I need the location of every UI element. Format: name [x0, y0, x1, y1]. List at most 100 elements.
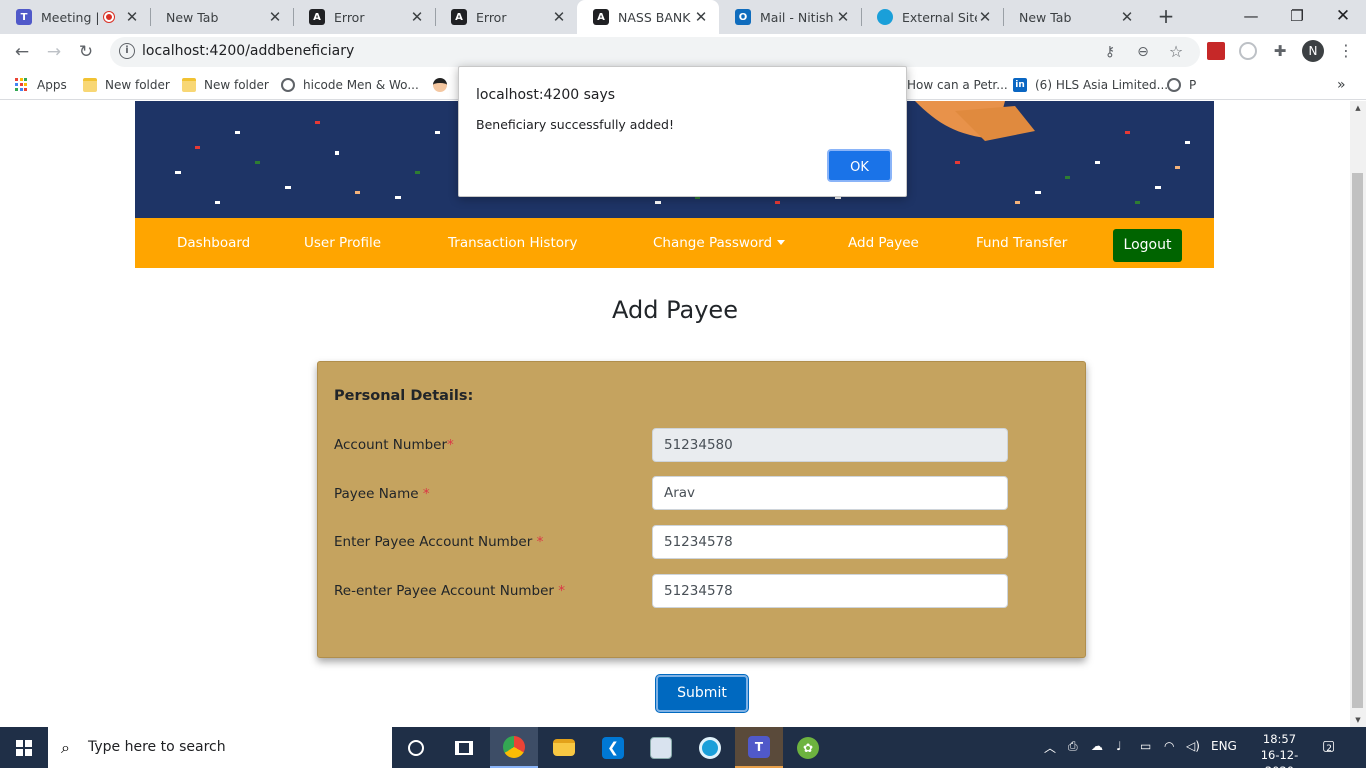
tray-device-icon[interactable]: ⎙	[1068, 739, 1078, 754]
start-button[interactable]	[0, 727, 48, 768]
volume-icon[interactable]: ◁)	[1186, 739, 1200, 753]
zoom-icon[interactable]: ⊖	[1133, 42, 1153, 62]
address-bar[interactable]: i localhost:4200/addbeneficiary ⚷ ⊖ ☆	[110, 37, 1200, 67]
taskbar-chrome[interactable]	[490, 727, 538, 768]
field-label-text: Enter Payee Account Number	[334, 534, 533, 550]
restore-button[interactable]: ❐	[1282, 4, 1312, 28]
nav-fund-transfer[interactable]: Fund Transfer	[976, 235, 1067, 251]
profile-avatar[interactable]: N	[1302, 40, 1324, 62]
nav-transaction-history[interactable]: Transaction History	[448, 235, 578, 251]
scroll-up-arrow-icon[interactable]: ▲	[1350, 101, 1366, 115]
tab-nass-bank[interactable]: A NASS BANK ✕	[577, 0, 719, 34]
close-icon[interactable]: ✕	[267, 8, 283, 26]
star-icon[interactable]: ☆	[1166, 42, 1186, 62]
close-icon[interactable]: ✕	[1119, 8, 1135, 26]
logout-button[interactable]: Logout	[1113, 229, 1182, 262]
battery-icon[interactable]: ▭	[1140, 739, 1151, 753]
close-icon[interactable]: ✕	[551, 8, 567, 26]
search-icon: ⌕	[61, 738, 70, 757]
tab-error-2[interactable]: A Error ✕	[435, 0, 577, 34]
wifi-icon[interactable]: ◠	[1164, 739, 1174, 753]
nav-add-payee[interactable]: Add Payee	[848, 235, 919, 251]
reload-button[interactable]: ↻	[74, 41, 98, 65]
tab-new-tab[interactable]: New Tab ✕	[150, 0, 293, 34]
minimize-button[interactable]: —	[1236, 4, 1266, 28]
bookmark-p[interactable]: P	[1167, 76, 1196, 94]
tab-title: External Site	[902, 9, 977, 25]
payee-name-field[interactable]: Arav	[652, 476, 1008, 510]
tab-meeting[interactable]: T Meeting | ✕	[0, 0, 150, 34]
forward-button[interactable]: →	[42, 41, 66, 65]
vscode-icon: ❮	[602, 736, 624, 759]
tab-error-1[interactable]: A Error ✕	[293, 0, 435, 34]
payee-account-number-field[interactable]: 51234578	[652, 525, 1008, 559]
tab-mail[interactable]: O Mail - Nitish K ✕	[719, 0, 861, 34]
tab-title: Error	[334, 9, 365, 25]
tab-new-tab-2[interactable]: New Tab ✕	[1003, 0, 1145, 34]
bookmark-avatar-site[interactable]	[433, 76, 455, 94]
bookmark-apps[interactable]: Apps	[15, 76, 67, 94]
taskbar-browser-app[interactable]	[686, 727, 734, 768]
close-icon[interactable]: ✕	[124, 8, 140, 26]
extension-gray-icon[interactable]	[1239, 42, 1257, 60]
dialog-ok-button[interactable]: OK	[827, 149, 892, 182]
tab-strip: T Meeting | ✕ New Tab ✕ A Error ✕ A Erro…	[0, 0, 1366, 34]
close-icon[interactable]: ✕	[693, 8, 709, 26]
notification-count: 2	[1326, 744, 1332, 754]
windows-logo-icon	[16, 740, 32, 756]
nav-dashboard[interactable]: Dashboard	[177, 235, 250, 251]
extensions-puzzle-icon[interactable]: ✚	[1271, 42, 1289, 60]
language-indicator[interactable]: ENG	[1211, 739, 1237, 753]
url-text[interactable]: localhost:4200/addbeneficiary	[142, 43, 354, 59]
angular-icon: A	[593, 9, 609, 25]
bookmark-hls-asia[interactable]: in (6) HLS Asia Limited...	[1013, 76, 1168, 94]
microphone-icon[interactable]: ♩	[1116, 739, 1122, 753]
file-explorer-icon	[553, 739, 575, 756]
account-number-field: 51234580	[652, 428, 1008, 462]
new-tab-button[interactable]: +	[1155, 6, 1177, 28]
windows-taskbar: ⌕ Type here to search ❮ T ✿ ︿ ⎙ ☁ ♩ ▭ ◠ …	[0, 727, 1366, 768]
taskbar-spring-app[interactable]: ✿	[784, 727, 832, 768]
taskbar-spreadsheet-app[interactable]	[637, 727, 685, 768]
scroll-down-arrow-icon[interactable]: ▼	[1350, 713, 1366, 727]
bookmark-new-folder-2[interactable]: New folder	[182, 76, 269, 94]
close-icon[interactable]: ✕	[835, 8, 851, 26]
info-icon[interactable]: i	[119, 43, 135, 59]
taskbar-file-explorer[interactable]	[540, 727, 588, 768]
spreadsheet-icon	[650, 736, 672, 759]
reenter-payee-account-number-label: Re-enter Payee Account Number *	[334, 583, 565, 599]
edge-icon	[699, 736, 721, 759]
taskbar-vscode[interactable]: ❮	[589, 727, 637, 768]
back-button[interactable]: ←	[10, 41, 34, 65]
tray-overflow-chevron-icon[interactable]: ︿	[1044, 739, 1056, 756]
key-icon[interactable]: ⚷	[1100, 42, 1120, 62]
bookmark-hicode[interactable]: hicode Men & Wo...	[281, 76, 419, 94]
tab-title: New Tab	[166, 9, 219, 25]
close-icon[interactable]: ✕	[409, 8, 425, 26]
tab-external-site[interactable]: External Site ✕	[861, 0, 1003, 34]
teams-icon: T	[16, 9, 32, 25]
scroll-thumb[interactable]	[1352, 173, 1363, 708]
required-marker: *	[422, 486, 430, 502]
nav-user-profile[interactable]: User Profile	[304, 235, 381, 251]
nav-change-password[interactable]: Change Password	[653, 235, 786, 251]
close-icon[interactable]: ✕	[977, 8, 993, 26]
task-view-button[interactable]	[440, 727, 488, 768]
taskbar-teams[interactable]: T	[735, 727, 783, 768]
taskbar-search-box[interactable]: ⌕ Type here to search	[48, 727, 392, 768]
bookmark-label: New folder	[204, 78, 269, 92]
extension-red-icon[interactable]	[1207, 42, 1225, 60]
reenter-payee-account-number-field[interactable]: 51234578	[652, 574, 1008, 608]
more-bookmarks-chevron-icon[interactable]: »	[1337, 76, 1346, 94]
onedrive-cloud-icon[interactable]: ☁	[1091, 739, 1103, 753]
notification-center-icon[interactable]: ▢2	[1322, 738, 1341, 754]
submit-button[interactable]: Submit	[656, 675, 748, 712]
apps-grid-icon	[15, 78, 29, 92]
bookmark-new-folder-1[interactable]: New folder	[83, 76, 170, 94]
close-window-button[interactable]: ✕	[1328, 4, 1358, 28]
menu-kebab-icon[interactable]: ⋮	[1337, 42, 1355, 60]
bookmark-petr[interactable]: How can a Petr...	[907, 76, 1008, 94]
cortana-button[interactable]	[392, 727, 440, 768]
taskbar-clock[interactable]: 18:57 16-12-2020	[1257, 731, 1302, 768]
page-scrollbar[interactable]: ▲ ▼	[1350, 101, 1366, 727]
